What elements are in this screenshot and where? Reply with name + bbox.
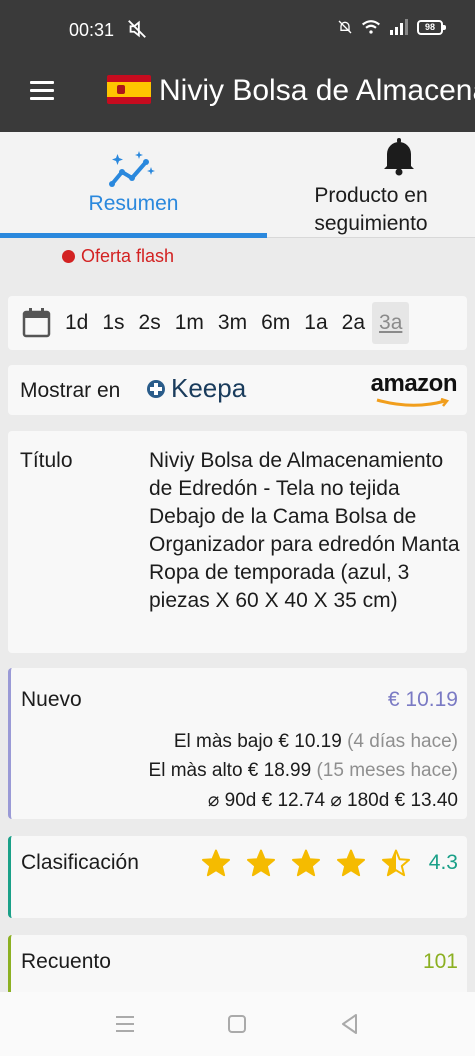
spain-flag-icon <box>107 75 151 104</box>
amazon-smile-icon <box>376 398 449 407</box>
bell-muted-icon <box>338 20 352 34</box>
title-card: Título Niviy Bolsa de Almacenamiento de … <box>8 431 467 653</box>
keepa-link[interactable]: Keepa <box>147 373 246 404</box>
status-icons: 98 <box>337 18 446 36</box>
avg-180d-label: ⌀ 180d <box>330 790 390 811</box>
rating-score: 4.3 <box>428 851 458 874</box>
avg-180d-value: € 13.40 <box>394 790 458 811</box>
app-bar: Niviy Bolsa de Almacenamiento de Edredón <box>0 60 475 132</box>
back-button[interactable] <box>338 1012 362 1036</box>
product-title: Niviy Bolsa de Almacenamiento de Edredón <box>159 74 475 107</box>
bell-icon <box>384 138 414 176</box>
price-lowest-label: El màs bajo <box>173 731 274 752</box>
title-label: Título <box>20 449 73 472</box>
star-full-icon <box>337 849 365 877</box>
price-highest-value: € 18.99 <box>247 760 312 781</box>
review-count-label: Recuento <box>21 950 111 973</box>
range-2a[interactable]: 2a <box>335 302 372 344</box>
menu-icon[interactable] <box>30 81 54 101</box>
price-highest-when: (15 meses hace) <box>316 760 458 781</box>
wifi-icon <box>362 20 380 34</box>
price-lowest-row: El màs bajo € 10.19 (4 días hace) <box>174 731 458 753</box>
price-new-label: Nuevo <box>21 688 82 711</box>
keepa-logo-icon <box>147 379 165 398</box>
system-nav-bar <box>0 992 475 1056</box>
show-in-row: Mostrar en Keepa amazon <box>8 365 467 415</box>
date-range-selector: 1d 1s 2s 1m 3m 6m 1a 2a 3a <box>8 296 467 350</box>
avg-90d-value: € 12.74 <box>261 790 326 811</box>
range-2s[interactable]: 2s <box>132 302 168 344</box>
price-lowest-value: € 10.19 <box>278 731 342 752</box>
star-full-icon <box>247 849 275 877</box>
rating-stars <box>202 849 410 877</box>
home-button[interactable] <box>225 1012 249 1036</box>
range-options: 1d 1s 2s 1m 3m 6m 1a 2a 3a <box>58 296 410 350</box>
avg-90d-label: ⌀ 90d <box>207 790 257 811</box>
tab-resumen-label: Resumen <box>88 192 179 215</box>
title-value: Niviy Bolsa de Almacenamiento de Edredón… <box>149 449 460 612</box>
range-1m[interactable]: 1m <box>168 302 211 344</box>
price-new-card[interactable]: Nuevo € 10.19 El màs bajo € 10.19 (4 día… <box>8 668 467 819</box>
status-time: 00:31 <box>69 20 115 40</box>
mute-icon <box>128 20 146 38</box>
status-bar: 00:31 98 <box>0 0 475 60</box>
tab-bar: Resumen Producto en seguimiento <box>0 132 475 238</box>
amazon-link[interactable]: amazon <box>370 370 458 407</box>
active-tab-indicator <box>0 233 267 238</box>
review-count-card[interactable]: Recuento 101 <box>8 935 467 992</box>
recents-button[interactable] <box>113 1012 137 1036</box>
star-half-icon <box>382 849 410 877</box>
rating-label: Clasificación <box>21 851 139 874</box>
tab-producto-seguimiento[interactable]: Producto en seguimiento <box>267 132 475 238</box>
price-highest-label: El màs alto <box>148 760 243 781</box>
calendar-icon[interactable] <box>22 308 51 338</box>
amazon-logo-text: amazon <box>370 370 458 397</box>
range-3a[interactable]: 3a <box>372 302 410 344</box>
battery-icon: 98 <box>417 19 446 35</box>
trending-chart-icon <box>109 151 155 187</box>
range-3m[interactable]: 3m <box>211 302 254 344</box>
review-count-value: 101 <box>422 950 458 973</box>
price-current: € 10.19 <box>387 688 458 711</box>
price-lowest-when: (4 días hace) <box>347 731 458 752</box>
range-1d[interactable]: 1d <box>58 302 95 344</box>
rating-card[interactable]: Clasificación 4.3 <box>8 836 467 918</box>
flash-offer-label: Oferta flash <box>81 246 175 266</box>
tab-producto-label: Producto en seguimiento <box>314 184 428 235</box>
content-scroll[interactable]: Oferta flash 1d 1s 2s 1m 3m 6m 1a 2a 3a … <box>0 239 475 992</box>
star-full-icon <box>292 849 320 877</box>
range-1s[interactable]: 1s <box>95 302 131 344</box>
keepa-label: Keepa <box>171 373 247 403</box>
tab-resumen[interactable]: Resumen <box>0 132 267 238</box>
star-full-icon <box>202 849 230 877</box>
range-1a[interactable]: 1a <box>297 302 334 344</box>
flash-dot-icon <box>62 250 75 263</box>
show-in-label: Mostrar en <box>20 379 121 402</box>
price-highest-row: El màs alto € 18.99 (15 meses hace) <box>149 760 458 782</box>
price-average-row: ⌀ 90d € 12.74 ⌀ 180d € 13.40 <box>208 789 458 812</box>
range-6m[interactable]: 6m <box>254 302 297 344</box>
flash-offer: Oferta flash <box>62 246 174 267</box>
signal-icon <box>390 19 408 35</box>
